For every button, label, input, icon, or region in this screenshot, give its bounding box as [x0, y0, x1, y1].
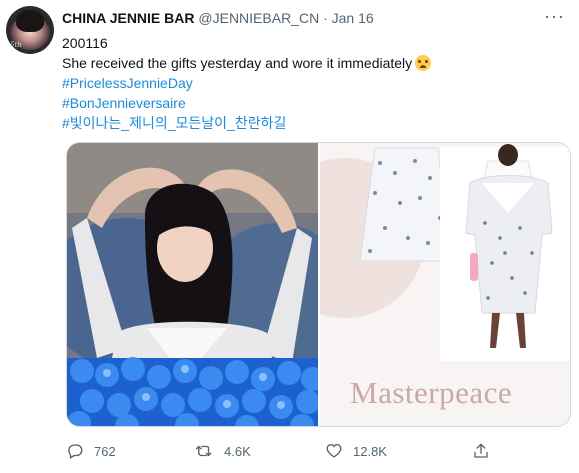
like-count: 12.8K: [353, 443, 387, 459]
crying-emoji-icon: [415, 55, 432, 71]
avatar-hair: [16, 10, 44, 32]
like-button[interactable]: 12.8K: [325, 440, 387, 462]
retweet-button[interactable]: 4.6K: [194, 440, 251, 462]
like-icon: [326, 443, 342, 458]
tweet-text: 200116 She received the gifts yesterday …: [62, 33, 432, 133]
avatar[interactable]: 5th: [6, 6, 54, 54]
share-button[interactable]: [472, 440, 490, 462]
tweet-card[interactable]: 5th CHINA JENNIE BAR @JENNIEBAR_CN · Jan…: [0, 0, 579, 473]
author-name[interactable]: CHINA JENNIE BAR: [62, 10, 195, 26]
media-caption: Masterpeace: [350, 375, 513, 410]
tweet-actions: 762 4.6K 12.8K: [66, 440, 571, 462]
reply-count: 762: [94, 443, 116, 459]
tweet-text-line-1: 200116: [62, 35, 108, 51]
reply-icon: [68, 444, 83, 459]
tweet-text-line-2-text: She received the gifts yesterday and wor…: [62, 55, 413, 71]
hashtag-link[interactable]: #PricelessJennieDay: [62, 73, 431, 93]
retweet-icon: [195, 445, 212, 457]
hashtag-link[interactable]: #BonJennieversaire: [62, 93, 431, 113]
tweet-media[interactable]: Masterpeace: [66, 142, 571, 427]
tweet-header: CHINA JENNIE BAR @JENNIEBAR_CN · Jan 16: [62, 10, 374, 26]
tweet-date[interactable]: Jan 16: [332, 10, 374, 26]
reply-button[interactable]: 762: [66, 440, 116, 462]
media-photo-left[interactable]: [67, 143, 318, 426]
author-handle[interactable]: @JENNIEBAR_CN: [198, 10, 319, 26]
media-photo-right[interactable]: Masterpeace: [320, 143, 570, 426]
tweet-text-line-2: She received the gifts yesterday and wor…: [62, 53, 432, 73]
hashtag-link[interactable]: #빛이나는_제니의_모든날이_찬란하길: [62, 113, 431, 133]
photo-illustration: [67, 143, 318, 426]
share-icon: [474, 443, 488, 458]
separator-dot: ·: [323, 10, 328, 26]
retweet-count: 4.6K: [224, 443, 251, 459]
avatar-text: 5th: [10, 41, 22, 49]
more-icon[interactable]: ···: [544, 6, 565, 27]
